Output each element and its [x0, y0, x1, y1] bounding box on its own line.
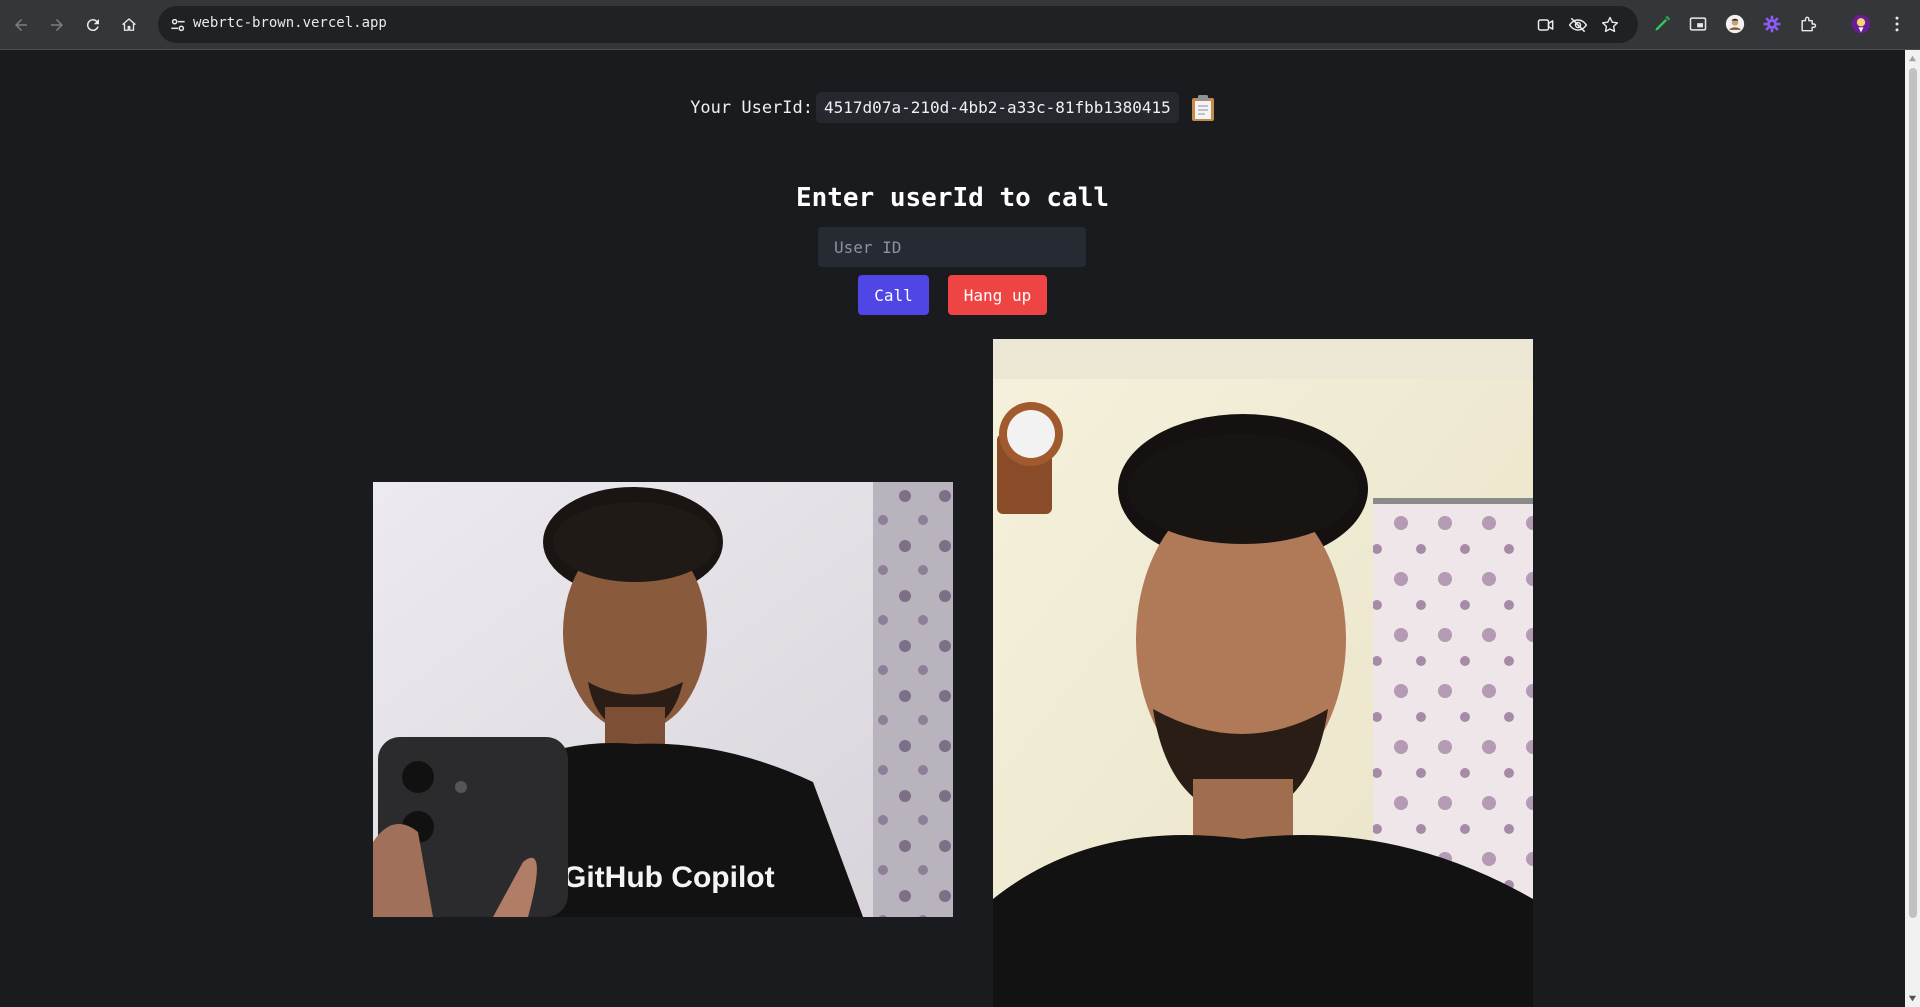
call-button[interactable]: Call: [858, 275, 929, 315]
url-text[interactable]: webrtc-brown.vercel.app: [193, 15, 387, 31]
remote-video: [993, 339, 1533, 1007]
forward-button[interactable]: [43, 11, 71, 39]
user-id-input[interactable]: [818, 227, 1086, 267]
reload-button[interactable]: [79, 11, 107, 39]
tune-icon[interactable]: [168, 15, 188, 35]
pen-extension-icon[interactable]: [1650, 12, 1674, 36]
home-icon: [122, 18, 136, 31]
local-video: GitHub Copilot: [373, 482, 953, 917]
back-button[interactable]: [7, 11, 35, 39]
userid-label: Your UserId:: [690, 97, 814, 118]
arrow-right-icon: [51, 19, 63, 31]
picture-in-picture-icon[interactable]: [1686, 12, 1710, 36]
clipboard-icon[interactable]: [1191, 94, 1215, 122]
call-heading: Enter userId to call: [795, 183, 1110, 213]
scroll-down-icon[interactable]: [1908, 994, 1917, 1003]
avatar-extension-icon[interactable]: [1723, 12, 1747, 36]
eye-off-icon[interactable]: [1568, 15, 1588, 35]
home-button[interactable]: [115, 11, 143, 39]
hang-up-button[interactable]: Hang up: [948, 275, 1047, 315]
camera-icon[interactable]: [1536, 15, 1556, 35]
address-bar[interactable]: webrtc-brown.vercel.app: [158, 6, 1638, 43]
reload-icon: [86, 19, 99, 32]
star-icon[interactable]: [1600, 15, 1620, 35]
userid-value[interactable]: 4517d07a-210d-4bb2-a33c-81fbb1380415: [816, 92, 1179, 123]
userid-row: Your UserId: 4517d07a-210d-4bb2-a33c-81f…: [0, 92, 1905, 123]
browser-toolbar: webrtc-brown.vercel.app: [0, 0, 1920, 50]
svg-text:GitHub Copilot: GitHub Copilot: [563, 861, 775, 894]
scrollbar[interactable]: [1905, 50, 1920, 1007]
arrow-left-icon: [15, 19, 27, 31]
gear-extension-icon[interactable]: [1760, 12, 1784, 36]
profile-avatar-icon[interactable]: [1849, 12, 1873, 36]
puzzle-icon[interactable]: [1796, 12, 1820, 36]
more-menu-icon[interactable]: [1885, 12, 1909, 36]
scrollbar-thumb[interactable]: [1909, 68, 1917, 918]
scroll-up-icon[interactable]: [1908, 54, 1917, 63]
page-content: Your UserId: 4517d07a-210d-4bb2-a33c-81f…: [0, 51, 1905, 1007]
